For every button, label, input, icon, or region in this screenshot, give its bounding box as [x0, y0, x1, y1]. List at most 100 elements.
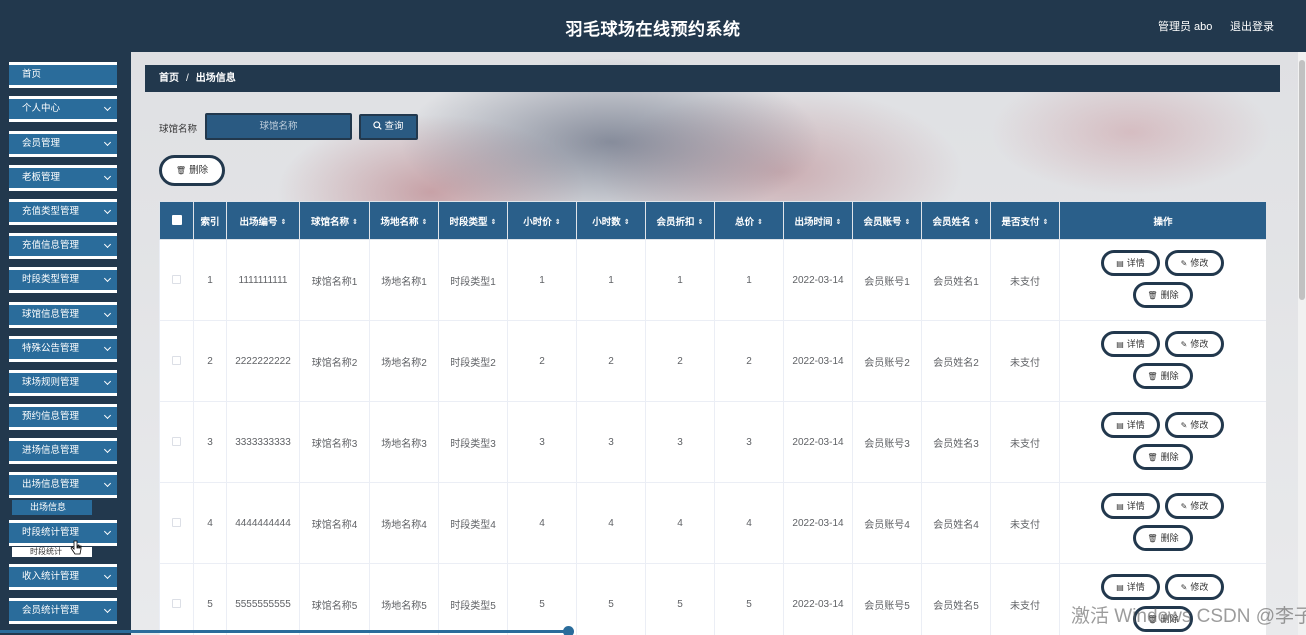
- detail-button[interactable]: ▤ 详情: [1101, 493, 1160, 519]
- sidebar-item[interactable]: 进场信息管理: [9, 438, 117, 464]
- sidebar-item[interactable]: 球场规则管理: [9, 370, 117, 396]
- column-header[interactable]: 小时数 ⇕: [576, 201, 646, 240]
- sidebar-item[interactable]: 会员管理: [9, 131, 117, 157]
- sidebar-item-label: 时段统计管理: [22, 527, 80, 538]
- sidebar-item-label: 会员统计管理: [22, 605, 80, 616]
- sidebar: 首页个人中心会员管理老板管理充值类型管理充值信息管理时段类型管理 球馆信息管理 特殊…: [0, 52, 131, 635]
- row-checkbox[interactable]: [172, 275, 181, 285]
- column-header[interactable]: 出场时间 ⇕: [783, 201, 853, 240]
- sort-icon[interactable]: ⇕: [281, 218, 287, 226]
- row-checkbox[interactable]: [172, 437, 181, 447]
- detail-button[interactable]: ▤ 详情: [1101, 250, 1160, 276]
- column-header[interactable]: 场地名称 ⇕: [369, 201, 439, 240]
- edit-button[interactable]: ✎ 修改: [1165, 574, 1224, 600]
- table-cell: 5: [507, 563, 577, 635]
- vertical-scroll-thumb[interactable]: [1299, 60, 1305, 300]
- sidebar-item[interactable]: 个人中心: [9, 96, 117, 122]
- column-header[interactable]: 会员折扣 ⇕: [645, 201, 715, 240]
- row-select-cell[interactable]: [159, 482, 194, 564]
- row-select-cell[interactable]: [159, 401, 194, 483]
- column-header[interactable]: 总价 ⇕: [714, 201, 784, 240]
- edit-button[interactable]: ✎ 修改: [1165, 412, 1224, 438]
- table-cell: 会员账号1: [852, 239, 922, 321]
- delete-button[interactable]: 🗑 删除: [1133, 363, 1193, 389]
- row-checkbox[interactable]: [172, 518, 181, 528]
- row-checkbox[interactable]: [172, 599, 181, 609]
- delete-button[interactable]: 🗑 删除: [1133, 444, 1193, 470]
- row-actions: ▤ 详情 ✎ 修改 🗑 删除: [1059, 239, 1266, 321]
- table-cell: 会员姓名5: [921, 563, 991, 635]
- column-header[interactable]: 会员账号 ⇕: [852, 201, 922, 240]
- sort-icon[interactable]: ⇕: [698, 218, 704, 226]
- document-icon: ▤: [1116, 259, 1124, 268]
- select-all-checkbox[interactable]: [171, 215, 182, 226]
- chevron-down-icon: [103, 445, 112, 454]
- column-header[interactable]: 球馆名称 ⇕: [299, 201, 370, 240]
- scroll-handle[interactable]: [563, 626, 574, 635]
- column-header[interactable]: 时段类型 ⇕: [438, 201, 508, 240]
- chevron-down-icon: [103, 206, 112, 215]
- sidebar-item[interactable]: 充值类型管理: [9, 199, 117, 225]
- chevron-down-icon: [103, 274, 112, 283]
- delete-button[interactable]: 🗑 删除: [1133, 525, 1193, 551]
- chevron-down-icon: [103, 527, 112, 536]
- sort-icon[interactable]: ⇕: [836, 218, 842, 226]
- search-input[interactable]: [205, 113, 352, 140]
- sidebar-item-label: 首页: [22, 69, 42, 80]
- detail-button[interactable]: ▤ 详情: [1101, 412, 1160, 438]
- query-button[interactable]: 查询: [359, 114, 418, 140]
- row-checkbox[interactable]: [172, 356, 181, 366]
- table-cell: 5: [714, 563, 784, 635]
- edit-button[interactable]: ✎ 修改: [1165, 493, 1224, 519]
- table-cell: 会员账号5: [852, 563, 922, 635]
- sort-icon[interactable]: ⇕: [1043, 218, 1049, 226]
- sort-icon[interactable]: ⇕: [555, 218, 561, 226]
- breadcrumb-home[interactable]: 首页: [159, 73, 179, 84]
- table-cell: 会员账号2: [852, 320, 922, 402]
- column-header[interactable]: 小时价 ⇕: [507, 201, 577, 240]
- sidebar-item[interactable]: 出场信息管理: [9, 472, 117, 498]
- sort-icon[interactable]: ⇕: [757, 218, 763, 226]
- sidebar-item-label: 出场信息管理: [22, 479, 80, 490]
- sidebar-item[interactable]: 时段类型管理: [9, 267, 117, 293]
- sidebar-item[interactable]: 收入统计管理: [9, 564, 117, 590]
- detail-button[interactable]: ▤ 详情: [1101, 331, 1160, 357]
- edit-button[interactable]: ✎ 修改: [1165, 331, 1224, 357]
- sidebar-item[interactable]: 球馆信息管理: [9, 302, 117, 328]
- sort-icon[interactable]: ⇕: [905, 218, 911, 226]
- column-header[interactable]: 出场编号 ⇕: [226, 201, 300, 240]
- batch-delete-button[interactable]: 🗑 删除: [159, 155, 225, 186]
- sidebar-item[interactable]: 预约信息管理: [9, 404, 117, 430]
- sort-icon[interactable]: ⇕: [352, 218, 358, 226]
- table-row: 2 2222222222 球馆名称2 场地名称2 时段类型2 2 2 2 2 2022-03-14…: [159, 320, 1266, 402]
- sidebar-item[interactable]: 时段统计管理: [9, 520, 117, 546]
- sort-icon[interactable]: ⇕: [974, 218, 980, 226]
- edit-button[interactable]: ✎ 修改: [1165, 250, 1224, 276]
- sort-icon[interactable]: ⇕: [624, 218, 630, 226]
- sort-icon[interactable]: ⇕: [422, 218, 428, 226]
- row-select-cell[interactable]: [159, 563, 194, 635]
- search-icon: [373, 121, 383, 130]
- column-header[interactable]: 是否支付 ⇕: [990, 201, 1060, 240]
- sidebar-item-label: 充值信息管理: [22, 240, 80, 251]
- sidebar-item[interactable]: 充值信息管理: [9, 233, 117, 259]
- header-select-all[interactable]: [159, 201, 194, 240]
- horizontal-scrollbar[interactable]: [0, 630, 568, 633]
- submenu-item-exit-info[interactable]: 出场信息: [12, 500, 92, 515]
- row-select-cell[interactable]: [159, 239, 194, 321]
- column-header[interactable]: 会员姓名 ⇕: [921, 201, 991, 240]
- detail-button[interactable]: ▤ 详情: [1101, 574, 1160, 600]
- table-cell: 球馆名称3: [299, 401, 370, 483]
- chevron-down-icon: [103, 343, 112, 352]
- delete-button[interactable]: 🗑 删除: [1133, 282, 1193, 308]
- table-cell: 1: [645, 239, 715, 321]
- table-cell: 4: [507, 482, 577, 564]
- logout-link[interactable]: 退出登录: [1230, 18, 1274, 34]
- table-cell: 会员姓名1: [921, 239, 991, 321]
- sidebar-item[interactable]: 会员统计管理: [9, 598, 117, 624]
- sidebar-item[interactable]: 特殊公告管理: [9, 336, 117, 362]
- row-select-cell[interactable]: [159, 320, 194, 402]
- sidebar-item[interactable]: 老板管理: [9, 165, 117, 191]
- sidebar-item[interactable]: 首页: [9, 62, 117, 88]
- sort-icon[interactable]: ⇕: [491, 218, 497, 226]
